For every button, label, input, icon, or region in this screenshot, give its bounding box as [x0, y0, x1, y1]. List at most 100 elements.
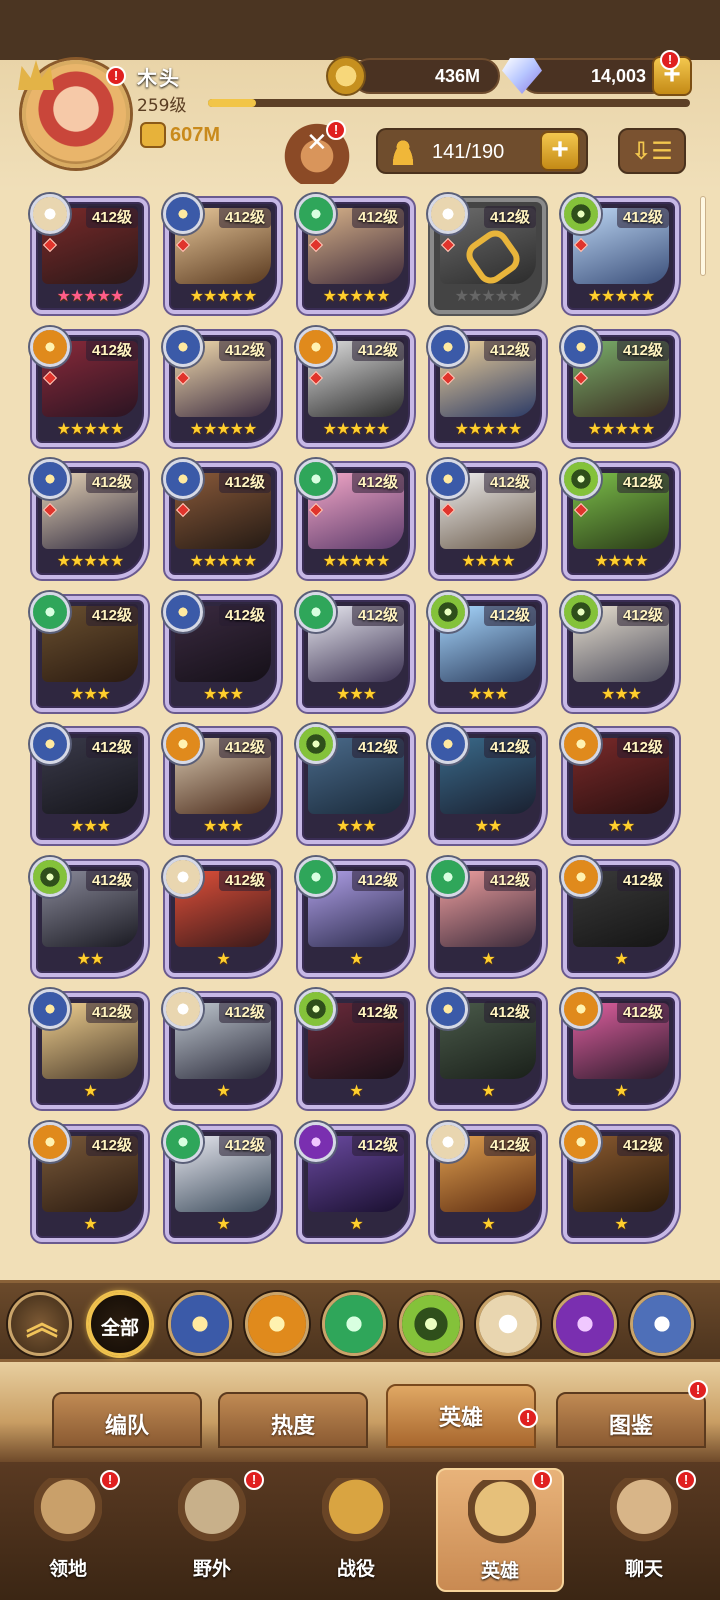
hero-level: 412级	[85, 736, 138, 758]
filter-all-label: 全部	[100, 1317, 139, 1339]
hero-level: 412级	[351, 338, 404, 361]
filter-mauler-button[interactable]	[245, 1292, 309, 1356]
graveborn-faction-icon	[296, 724, 336, 764]
filter-all-button[interactable]: 全部	[88, 1292, 152, 1356]
gold-coin-icon	[326, 56, 366, 96]
diamond-display[interactable]: 14,003	[520, 58, 670, 94]
lightbearer-faction-icon	[30, 989, 70, 1029]
lightbearer-faction-icon	[428, 459, 468, 499]
hero-level: 412级	[351, 868, 404, 891]
scrollbar[interactable]	[700, 196, 706, 276]
hero-level: 412级	[218, 338, 271, 361]
tab-label: 英雄	[438, 1406, 483, 1431]
tab-编队[interactable]: 编队	[52, 1392, 202, 1448]
avatar-notification-badge: !	[106, 66, 126, 86]
star-rating: ★★★★★	[322, 551, 391, 570]
star-rating: ★	[216, 948, 230, 968]
lightbearer-faction-icon	[163, 194, 203, 234]
filter-wilder-button[interactable]	[322, 1292, 386, 1356]
hero-level: 412级	[483, 206, 536, 228]
graveborn-faction-icon	[561, 591, 601, 632]
hero-level: 412级	[351, 1133, 404, 1156]
nav-label: 战役	[336, 1558, 375, 1580]
hero-level: 412级	[218, 603, 271, 626]
celestial-faction-icon	[428, 1121, 468, 1162]
faction-filter-bar: ︽ 全部	[0, 1280, 720, 1362]
chevron-up-icon: ︽	[26, 1304, 59, 1342]
celestial-faction-icon	[428, 194, 468, 234]
mauler-faction-icon	[30, 1121, 70, 1162]
mauler-faction-icon	[30, 326, 70, 367]
lightbearer-faction-icon	[163, 591, 203, 632]
lightbearer-faction-icon	[163, 459, 203, 499]
wilder-faction-icon	[428, 856, 468, 897]
hero-grid: 412级 ★★★★★ 412级 ★★★★★ 412级 ★★★★★ 412级 ★★★★★ 412级…	[0, 190, 720, 1275]
star-rating: ★★★★	[461, 551, 515, 570]
sword-shield-icon	[322, 1478, 390, 1542]
gold-display[interactable]: 436M	[352, 58, 500, 94]
graveborn-faction-icon	[296, 989, 336, 1029]
wilder-faction-icon	[296, 856, 336, 897]
hero-level: 412级	[351, 1001, 404, 1023]
person-icon	[390, 139, 416, 165]
hero-level: 412级	[85, 1133, 138, 1156]
collapse-filter-button[interactable]: ︽	[8, 1292, 72, 1356]
celestial-faction-icon	[163, 989, 203, 1029]
filter-graveborn-button[interactable]	[399, 1292, 463, 1356]
celestial-faction-icon	[30, 194, 70, 234]
hero-level: 412级	[85, 603, 138, 626]
filter-lightbearer-button[interactable]	[168, 1292, 232, 1356]
nav-label: 领地	[48, 1558, 87, 1580]
sort-button[interactable]: ⇩☰	[618, 128, 686, 174]
filter-dimensional-button[interactable]	[630, 1292, 694, 1356]
hero-level: 412级	[218, 206, 271, 228]
star-rating: ★	[481, 948, 495, 968]
lightbearer-faction-icon	[428, 326, 468, 367]
lightbearer-faction-icon	[30, 724, 70, 764]
diamond-value: 14,003	[590, 66, 646, 86]
wilder-faction-icon	[296, 591, 336, 632]
gold-value: 436M	[434, 66, 480, 86]
expand-capacity-button[interactable]: +	[540, 131, 580, 171]
hero-level: 412级	[351, 736, 404, 758]
star-rating: ★★★★	[594, 551, 648, 570]
hero-level: 412级	[218, 1001, 271, 1023]
star-rating: ★	[349, 1081, 363, 1100]
star-rating: ★★★	[202, 683, 244, 703]
hero-level: 412级	[218, 471, 271, 493]
star-rating: ★	[349, 1213, 363, 1233]
tab-英雄[interactable]: 英雄	[386, 1384, 536, 1448]
star-rating: ★	[481, 1081, 495, 1100]
filter-hypogean-button[interactable]	[553, 1292, 617, 1356]
star-rating: ★★★★★	[56, 286, 125, 305]
hero-level: 412级	[616, 206, 669, 228]
mauler-faction-icon	[296, 326, 336, 367]
star-rating: ★★	[474, 816, 503, 835]
scroll-map-icon	[178, 1478, 246, 1542]
mauler-faction-icon	[561, 989, 601, 1029]
tab-热度[interactable]: 热度	[218, 1392, 368, 1448]
nav-item-战役[interactable]: 战役	[292, 1468, 420, 1592]
fist-icon	[140, 122, 166, 148]
star-rating: ★	[83, 1081, 97, 1100]
hero-level: 412级	[483, 603, 536, 626]
star-rating: ★★★★★	[189, 286, 258, 305]
nav-label: 野外	[192, 1558, 231, 1580]
hero-level: 412级	[483, 1001, 536, 1023]
crossed-swords-icon: ✕	[306, 128, 328, 158]
lightbearer-faction-icon	[428, 724, 468, 764]
helmet-icon	[468, 1480, 536, 1544]
tab-图鉴[interactable]: 图鉴	[556, 1392, 706, 1448]
hero-level: 412级	[616, 338, 669, 361]
hero-capacity-value: 141/190	[432, 141, 505, 163]
star-rating: ★★★★★	[189, 418, 258, 438]
nav-notification-badge: !	[532, 1470, 552, 1490]
hero-level: 412级	[616, 1001, 669, 1023]
nav-label: 英雄	[480, 1560, 519, 1582]
filter-celestial-button[interactable]	[476, 1292, 540, 1356]
hero-level: 412级	[483, 868, 536, 891]
hypogean-faction-icon	[296, 1121, 336, 1162]
star-rating: ★★★	[69, 683, 111, 703]
star-rating: ★★★★★	[587, 418, 656, 438]
lightbearer-faction-icon	[428, 989, 468, 1029]
